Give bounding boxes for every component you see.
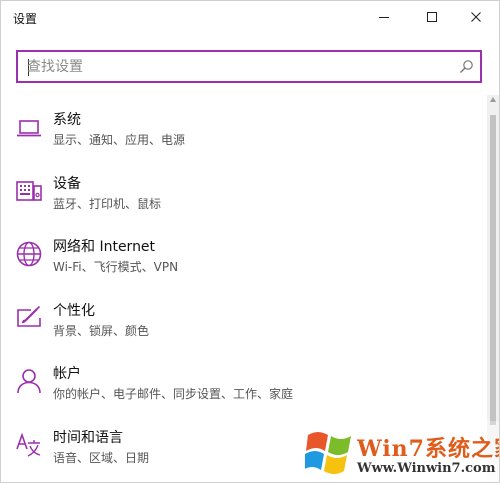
watermark-title: Win7系统之家 [357,436,499,462]
globe-icon [16,241,42,267]
search-icon[interactable] [459,59,474,74]
category-subtitle: 你的帐户、电子邮件、同步设置、工作、家庭 [53,387,294,401]
category-subtitle: 蓝牙、打印机、鼠标 [53,196,162,211]
category-accounts[interactable]: 帐户 你的帐户、电子邮件、同步设置、工作、家庭 [1,355,487,419]
windows-logo-icon [305,432,351,474]
scroll-thumb[interactable] [490,115,496,425]
category-title: 网络和 Internet [53,239,156,255]
person-icon [17,369,41,394]
minimize-button[interactable] [361,1,407,33]
watermark: Win7系统之家 Www.Winwin7.com [297,421,499,482]
maximize-button[interactable] [409,1,455,33]
watermark-url: Www.Winwin7.com [357,461,496,476]
category-title: 个性化 [53,302,95,319]
category-subtitle: Wi-Fi、飞行模式、VPN [53,260,179,274]
category-devices[interactable]: 设备 蓝牙、打印机、鼠标 [1,165,487,229]
time-language-icon [16,432,41,457]
category-title: 系统 [53,112,81,128]
category-title: 时间和语言 [53,429,123,446]
devices-icon [16,180,42,201]
category-subtitle: 背景、锁屏、颜色 [53,323,150,338]
close-button[interactable] [453,1,499,33]
category-network[interactable]: 网络和 Internet Wi-Fi、飞行模式、VPN [1,228,487,292]
title-bar[interactable]: 设置 [1,1,499,35]
window-title: 设置 [13,12,38,26]
category-title: 帐户 [53,366,81,382]
close-icon [471,12,481,22]
personalization-icon [17,305,41,327]
scroll-up-arrow-icon[interactable] [490,97,496,102]
category-personalization[interactable]: 个性化 背景、锁屏、颜色 [1,292,487,356]
maximize-icon [427,12,437,22]
minimize-icon [379,17,389,18]
laptop-icon [17,120,41,137]
category-title: 设备 [53,175,81,192]
search-box[interactable] [16,50,482,83]
settings-window: 设置 查找设置 系统 显示、通知、应用、电源 设备 蓝牙、打印机、鼠标 网络和 … [0,0,500,483]
category-subtitle: 语音、区域、日期 [53,450,150,465]
search-input[interactable] [27,58,447,76]
category-subtitle: 显示、通知、应用、电源 [53,133,186,147]
category-system[interactable]: 系统 显示、通知、应用、电源 [1,101,487,165]
